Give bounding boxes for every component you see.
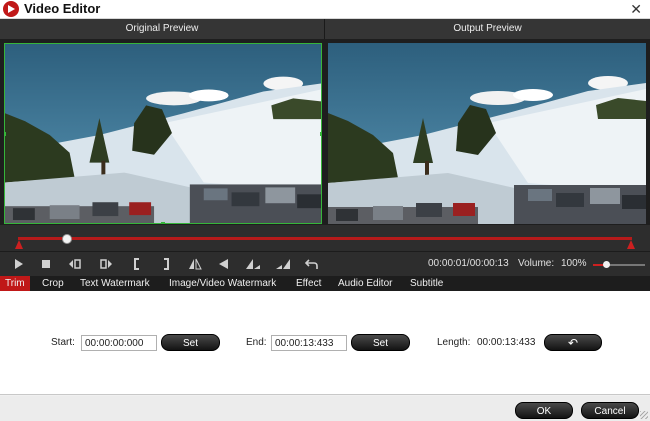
app-logo-icon xyxy=(3,1,19,17)
title-bar: Video Editor ✕ xyxy=(0,0,650,19)
playhead-handle[interactable] xyxy=(62,234,73,244)
set-start-icon[interactable] xyxy=(128,256,146,272)
tab-text-watermark[interactable]: Text Watermark xyxy=(75,276,155,291)
length-value: 00:00:13:433 xyxy=(477,337,536,348)
set-start-button[interactable]: Set xyxy=(161,334,220,351)
close-icon[interactable]: ✕ xyxy=(630,0,642,18)
tab-crop[interactable]: Crop xyxy=(37,276,69,291)
window-title: Video Editor xyxy=(24,1,101,16)
trim-end-marker[interactable] xyxy=(627,240,635,249)
resize-grip-icon[interactable] xyxy=(640,411,648,419)
flip-horizontal-icon[interactable] xyxy=(186,256,204,272)
undo-icon[interactable] xyxy=(303,256,321,272)
tab-subtitle[interactable]: Subtitle xyxy=(405,276,448,291)
next-frame-icon[interactable] xyxy=(97,256,115,272)
ok-button[interactable]: OK xyxy=(515,402,573,419)
reset-icon: ↶ xyxy=(567,336,579,350)
preview-area xyxy=(0,39,650,225)
tab-trim[interactable]: Trim xyxy=(0,276,30,291)
set-end-icon[interactable] xyxy=(157,256,175,272)
reset-button[interactable]: ↶ xyxy=(544,334,602,351)
start-label: Start: xyxy=(51,337,75,348)
set-end-button[interactable]: Set xyxy=(351,334,410,351)
original-preview-header: Original Preview xyxy=(0,19,325,39)
tab-image-video-watermark[interactable]: Image/Video Watermark xyxy=(164,276,281,291)
output-preview-header: Output Preview xyxy=(325,19,650,39)
editor-tabs: Trim Crop Text Watermark Image/Video Wat… xyxy=(0,276,650,291)
time-readout: 00:00:01/00:00:13 xyxy=(428,258,509,269)
trim-start-marker[interactable] xyxy=(15,240,23,249)
tab-effect[interactable]: Effect xyxy=(291,276,326,291)
volume-label: Volume: xyxy=(518,258,555,269)
original-preview-video[interactable] xyxy=(4,43,322,224)
rotate-right-icon[interactable] xyxy=(274,256,292,272)
playback-controls: 00:00:01/00:00:13 Volume: 100% xyxy=(0,251,650,276)
previous-frame-icon[interactable] xyxy=(66,256,84,272)
length-label: Length: xyxy=(437,337,471,348)
cancel-button[interactable]: Cancel xyxy=(581,402,639,419)
volume-value: 100% xyxy=(561,258,587,269)
ski-slope-image xyxy=(5,44,321,223)
tab-audio-editor[interactable]: Audio Editor xyxy=(333,276,397,291)
output-preview-video xyxy=(328,43,646,224)
ski-slope-image xyxy=(328,43,646,224)
rotate-left-icon[interactable] xyxy=(244,256,262,272)
timeline[interactable] xyxy=(0,225,650,251)
end-label: End: xyxy=(246,337,267,348)
stop-icon[interactable] xyxy=(37,256,55,272)
volume-slider-thumb[interactable] xyxy=(603,261,610,268)
crop-handle[interactable] xyxy=(320,132,321,136)
end-time-input[interactable] xyxy=(271,335,347,351)
start-time-input[interactable] xyxy=(81,335,157,351)
crop-handle[interactable] xyxy=(161,222,165,223)
timeline-track[interactable] xyxy=(18,237,632,240)
flip-vertical-icon[interactable] xyxy=(215,256,233,272)
play-icon[interactable] xyxy=(9,256,27,272)
crop-handle[interactable] xyxy=(5,132,6,136)
